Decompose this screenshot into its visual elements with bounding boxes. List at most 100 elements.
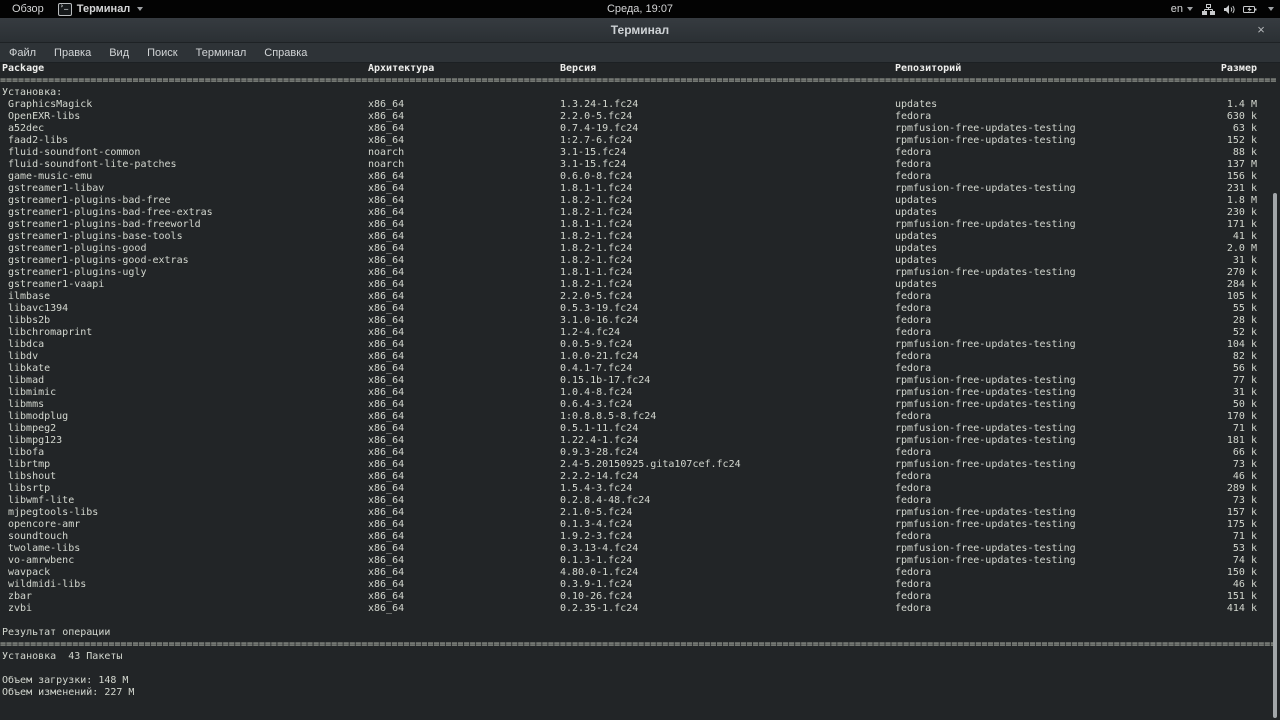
cell-architecture: x86_64 (368, 459, 405, 470)
menu-search[interactable]: Поиск (138, 47, 186, 59)
app-menu-button[interactable]: Терминал (57, 2, 144, 16)
network-icon (1202, 3, 1215, 15)
cell-repository: fedora (895, 159, 932, 170)
cell-package-name: zbar (8, 591, 33, 602)
scrollbar-thumb[interactable] (1273, 193, 1277, 718)
cell-repository: fedora (895, 147, 932, 158)
cell-repository: rpmfusion-free-updates-testing (895, 219, 1076, 230)
cell-architecture: x86_64 (368, 399, 405, 410)
cell-architecture: x86_64 (368, 327, 405, 338)
cell-architecture: x86_64 (368, 375, 405, 386)
cell-size: 31 k (1232, 255, 1257, 266)
cell-package-name: libmpeg2 (8, 423, 57, 434)
terminal-app-icon (57, 2, 72, 16)
keyboard-layout-indicator[interactable]: en (1171, 3, 1193, 15)
cell-size: 28 k (1232, 315, 1257, 326)
cell-architecture: x86_64 (368, 387, 405, 398)
chevron-down-icon (137, 7, 144, 11)
table-row: faad2-libs x86_64 1:2.7-6.fc24 rpmfusion-fr… (0, 135, 1280, 147)
table-row: libsrtp x86_64 1.5.4-3.fc24 fedora 289 k (0, 483, 1280, 495)
cell-package-name: mjpegtools-libs (8, 507, 99, 518)
cell-package-name: fluid-soundfont-lite-patches (8, 159, 177, 170)
cell-architecture: x86_64 (368, 363, 405, 374)
table-row: gstreamer1-plugins-bad-freeworld x86_64 1.… (0, 219, 1280, 231)
cell-size: 46 k (1232, 471, 1257, 482)
cell-package-name: libmpg123 (8, 435, 63, 446)
cell-size: 270 k (1226, 267, 1257, 278)
cell-size: 151 k (1226, 591, 1257, 602)
chevron-down-icon (1268, 7, 1274, 11)
system-status-area[interactable]: en (1171, 0, 1274, 18)
terminal-screen[interactable]: Package Архитектура Версия Репозиторий Р… (0, 63, 1280, 720)
cell-size: 88 k (1232, 147, 1257, 158)
keyboard-layout-label: en (1170, 3, 1183, 15)
cell-size: 157 k (1226, 507, 1257, 518)
cell-package-name: gstreamer1-plugins-bad-free (8, 195, 171, 206)
result-header: Результат операции (0, 627, 1280, 639)
clock-button[interactable]: Среда, 19:07 (0, 3, 1280, 15)
cell-size: 55 k (1232, 303, 1257, 314)
cell-repository: updates (895, 99, 938, 110)
cell-repository: fedora (895, 483, 932, 494)
cell-repository: fedora (895, 363, 932, 374)
cell-version: 0.7.4-19.fc24 (560, 123, 639, 134)
install-section-label: Установка: (0, 87, 1280, 99)
download-size-line: Объем загрузки: 148 M (0, 675, 1280, 687)
menu-edit[interactable]: Правка (45, 47, 100, 59)
cell-version: 1.2-4.fc24 (560, 327, 621, 338)
cell-version: 3.1.0-16.fc24 (560, 315, 639, 326)
table-row: gstreamer1-vaapi x86_64 1.8.2-1.fc24 update… (0, 279, 1280, 291)
activities-button[interactable]: Обзор (8, 3, 48, 15)
cell-version: 4.80.0-1.fc24 (560, 567, 639, 578)
window-titlebar[interactable]: Терминал × (0, 18, 1280, 43)
table-row: fluid-soundfont-common noarch 3.1-15.fc24 f… (0, 147, 1280, 159)
cell-architecture: x86_64 (368, 279, 405, 290)
cell-size: 284 k (1226, 279, 1257, 290)
cell-package-name: libavc1394 (8, 303, 69, 314)
column-header-size: Размер (1220, 63, 1257, 74)
cell-architecture: x86_64 (368, 243, 405, 254)
close-icon[interactable]: × (1252, 21, 1270, 39)
cell-package-name: libmimic (8, 387, 57, 398)
cell-version: 1:0.8.8.5-8.fc24 (560, 411, 657, 422)
cell-size: 156 k (1226, 171, 1257, 182)
cell-version: 0.6.0-8.fc24 (560, 171, 633, 182)
cell-architecture: x86_64 (368, 435, 405, 446)
cell-repository: rpmfusion-free-updates-testing (895, 399, 1076, 410)
cell-repository: fedora (895, 411, 932, 422)
cell-package-name: gstreamer1-plugins-good (8, 243, 147, 254)
cell-package-name: librtmp (8, 459, 51, 470)
cell-size: 41 k (1232, 231, 1257, 242)
cell-package-name: twolame-libs (8, 543, 81, 554)
cell-architecture: x86_64 (368, 351, 405, 362)
cell-repository: updates (895, 255, 938, 266)
cell-size: 77 k (1232, 375, 1257, 386)
cell-repository: rpmfusion-free-updates-testing (895, 123, 1076, 134)
cell-repository: updates (895, 195, 938, 206)
cell-architecture: x86_64 (368, 423, 405, 434)
cell-architecture: x86_64 (368, 111, 405, 122)
install-count-text: Установка 43 Пакеты (2, 651, 123, 662)
cell-architecture: x86_64 (368, 555, 405, 566)
menu-terminal[interactable]: Терминал (187, 47, 256, 59)
cell-version: 0.1.3-4.fc24 (560, 519, 633, 530)
table-row: gstreamer1-plugins-ugly x86_64 1.8.1-1.fc2… (0, 267, 1280, 279)
menu-view[interactable]: Вид (100, 47, 138, 59)
cell-size: 170 k (1226, 411, 1257, 422)
menu-file[interactable]: Файл (0, 47, 45, 59)
cell-version: 0.2.35-1.fc24 (560, 603, 639, 614)
prompt-line[interactable]: Продолжить? [д/Н]: (0, 699, 1280, 711)
package-table-body: GraphicsMagick x86_64 1.3.24-1.fc24 updates… (0, 99, 1280, 615)
cell-package-name: libchromaprint (8, 327, 93, 338)
cell-version: 1.8.2-1.fc24 (560, 243, 633, 254)
menu-help[interactable]: Справка (255, 47, 316, 59)
table-row: ilmbase x86_64 2.2.0-5.fc24 fedora 105 k (0, 291, 1280, 303)
volume-icon (1224, 4, 1235, 14)
cell-repository: fedora (895, 111, 932, 122)
cell-repository: fedora (895, 327, 932, 338)
cell-repository: fedora (895, 567, 932, 578)
cell-package-name: libkate (8, 363, 51, 374)
cell-architecture: x86_64 (368, 171, 405, 182)
